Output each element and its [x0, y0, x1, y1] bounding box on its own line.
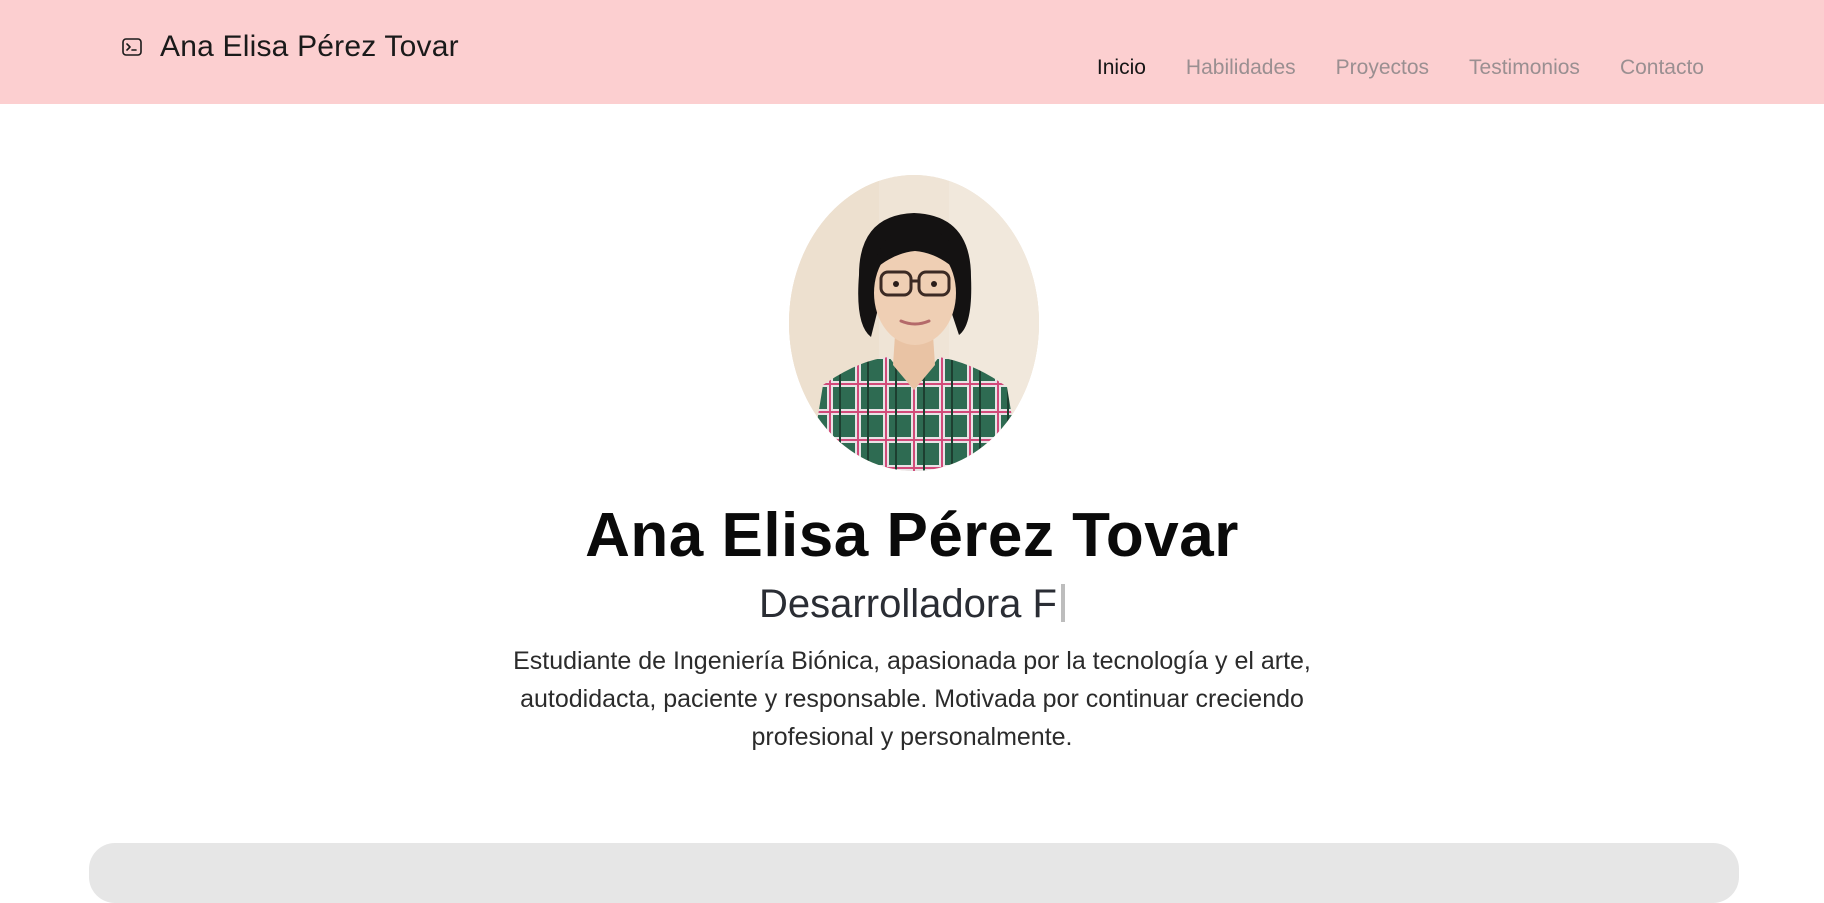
- nav-link-testimonios[interactable]: Testimonios: [1469, 56, 1580, 80]
- profile-photo: [789, 175, 1039, 471]
- hero-title: Ana Elisa Pérez Tovar: [585, 501, 1239, 570]
- nav-menu: Inicio Habilidades Proyectos Testimonios…: [1097, 56, 1704, 80]
- top-navbar: Ana Elisa Pérez Tovar Inicio Habilidades…: [0, 0, 1824, 104]
- brand-name: Ana Elisa Pérez Tovar: [160, 30, 459, 63]
- next-section-card: [89, 843, 1739, 903]
- nav-link-proyectos[interactable]: Proyectos: [1336, 56, 1429, 80]
- hero-role-typing: Desarrolladora F: [0, 582, 1824, 627]
- terminal-icon: [122, 37, 142, 57]
- nav-link-habilidades[interactable]: Habilidades: [1186, 56, 1296, 80]
- hero-bio: Estudiante de Ingeniería Biónica, apasio…: [513, 647, 1311, 751]
- nav-link-contacto[interactable]: Contacto: [1620, 56, 1704, 80]
- brand-link[interactable]: Ana Elisa Pérez Tovar: [122, 30, 459, 64]
- hero-role-text: Desarrolladora F: [759, 582, 1057, 626]
- typing-cursor: [1060, 584, 1065, 622]
- hero-section: Ana Elisa Pérez Tovar Desarrolladora F E…: [0, 104, 1824, 844]
- nav-link-inicio[interactable]: Inicio: [1097, 56, 1146, 80]
